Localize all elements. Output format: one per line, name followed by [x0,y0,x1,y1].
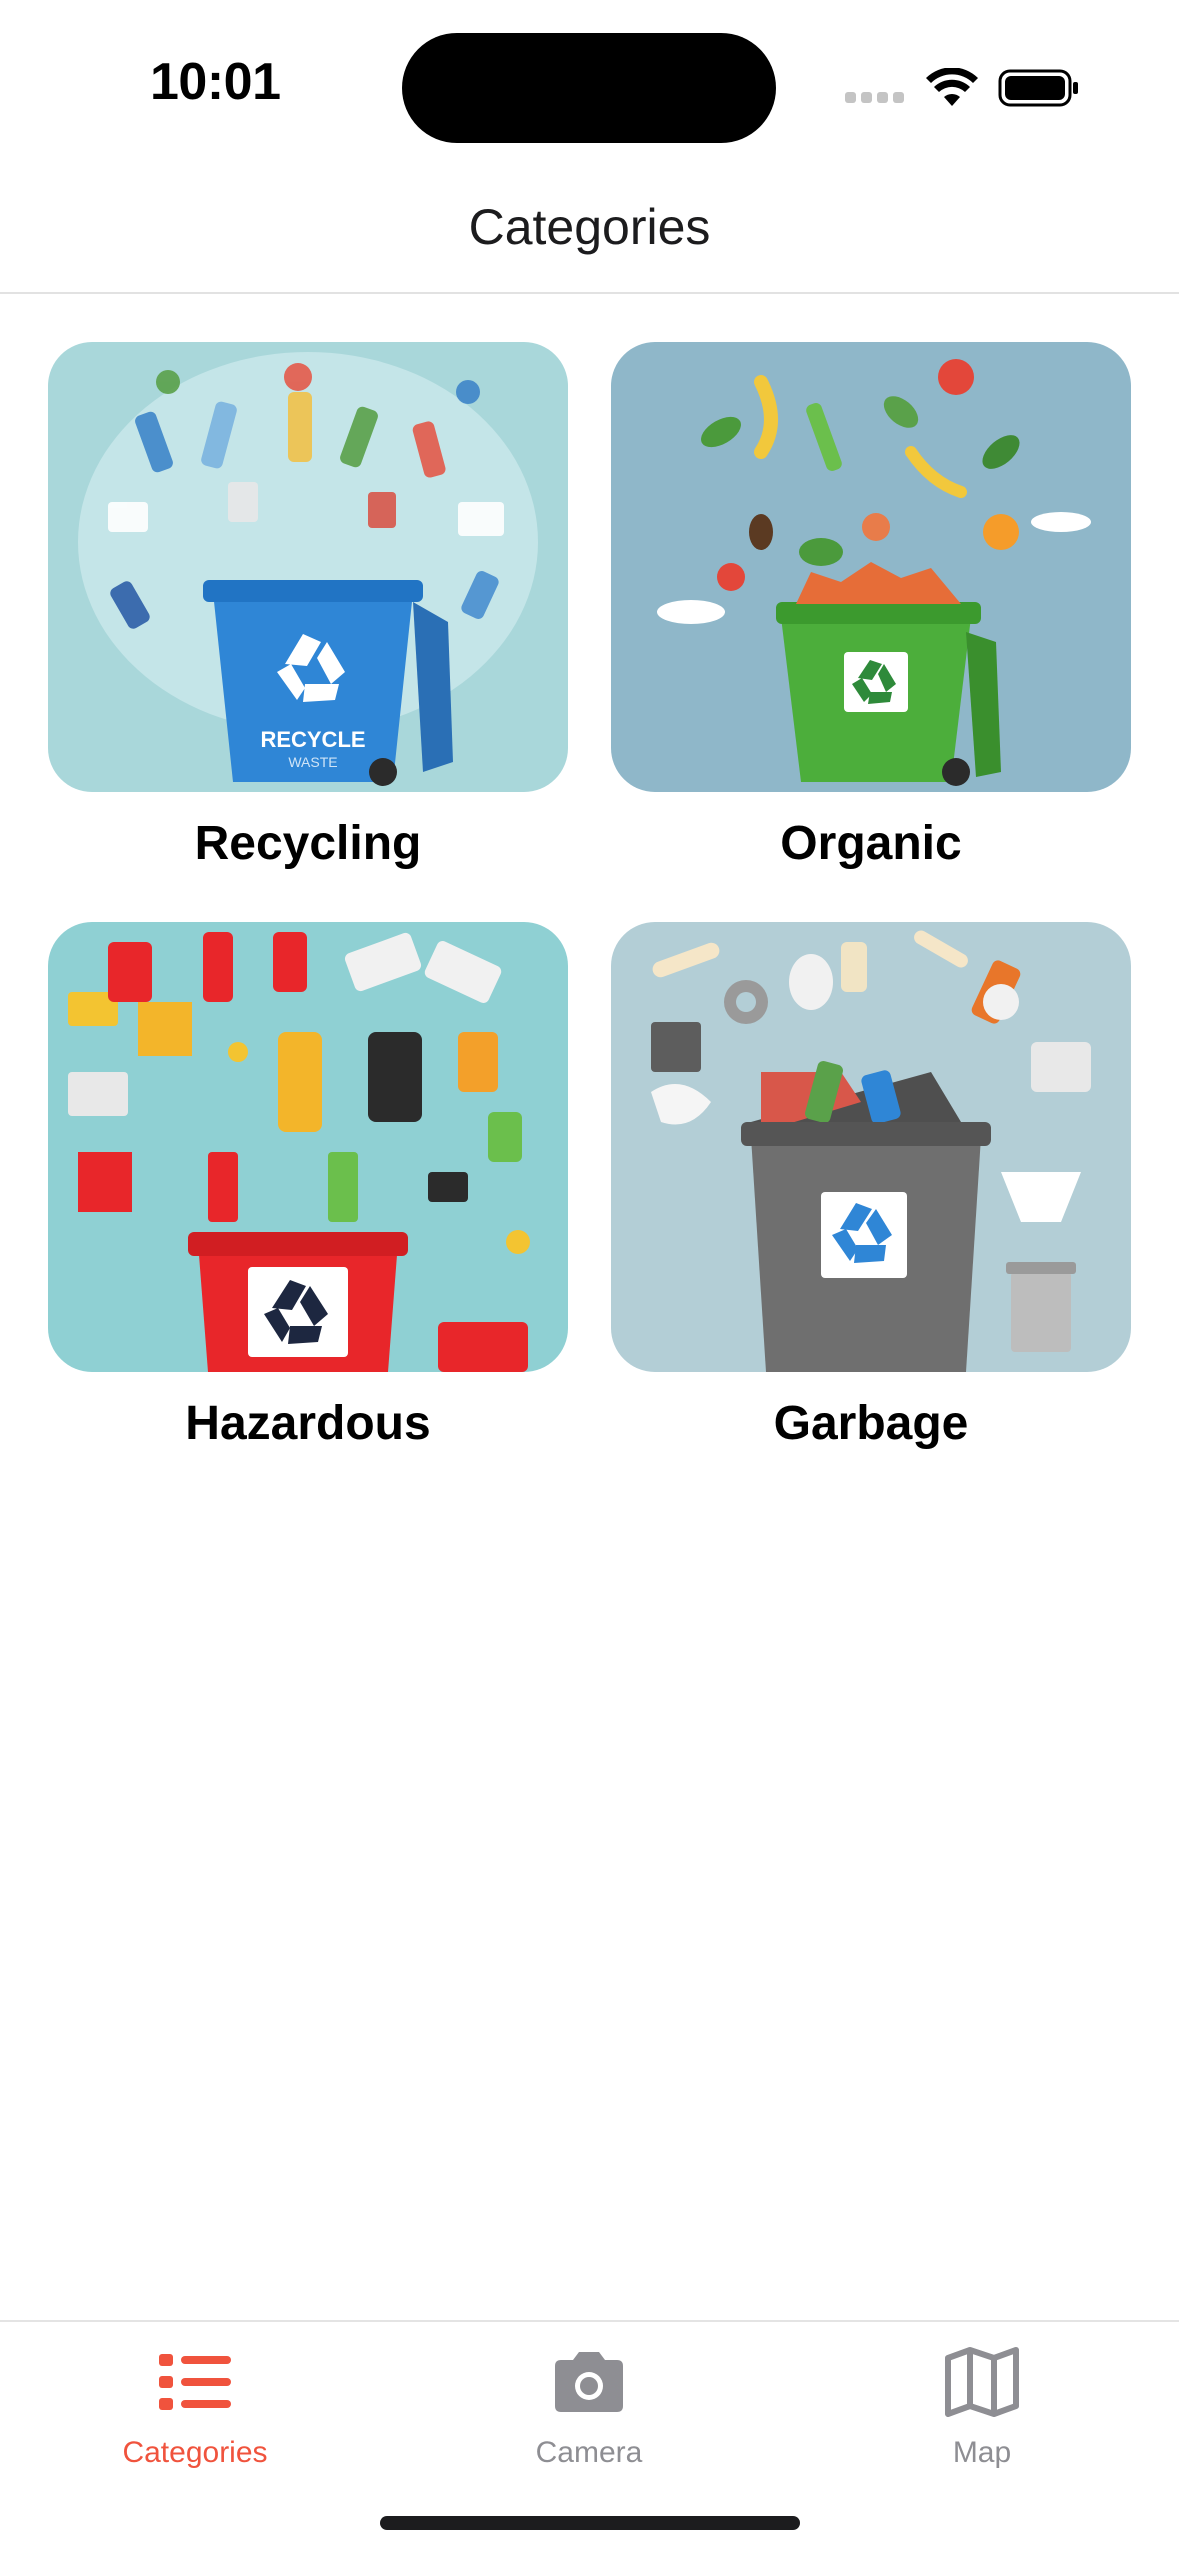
category-label: Organic [780,817,962,870]
tab-map[interactable]: Map [852,2342,1112,2470]
hazardous-bin-image [48,922,568,1372]
camera-icon [555,2352,623,2412]
wifi-icon [926,68,978,106]
battery-icon [998,69,1078,107]
svg-text:RECYCLE: RECYCLE [260,727,365,752]
status-time: 10:01 [150,53,281,111]
tab-label: Camera [535,2436,643,2469]
organic-bin-image [611,342,1131,792]
home-indicator[interactable] [380,2516,800,2530]
categories-screen: 10:01 Categories RECYCLE WASTE Recycling… [0,0,1179,2556]
category-card-recycling[interactable]: RECYCLE WASTE Recycling [48,342,568,871]
category-card-organic[interactable]: Organic [611,342,1131,871]
dynamic-island [402,33,776,143]
map-icon [945,2347,1019,2417]
recycle-bin-image: RECYCLE WASTE [48,342,568,792]
tab-camera[interactable]: Camera [459,2342,719,2470]
tab-label: Categories [122,2436,268,2469]
list-icon [159,2354,231,2410]
category-label: Hazardous [185,1397,431,1450]
tab-categories[interactable]: Categories [65,2342,325,2470]
status-bar: 10:01 [0,0,1179,170]
garbage-bin-image [611,922,1131,1372]
svg-text:WASTE: WASTE [288,754,337,770]
category-card-hazardous[interactable]: Hazardous [48,922,568,1451]
category-label: Recycling [194,817,422,870]
page-title: Categories [468,199,711,255]
navigation-header: Categories [0,170,1179,294]
category-card-garbage[interactable]: Garbage [611,922,1131,1451]
cellular-signal-icon [845,92,905,104]
category-label: Garbage [773,1397,969,1450]
tab-label: Map [952,2436,1012,2469]
